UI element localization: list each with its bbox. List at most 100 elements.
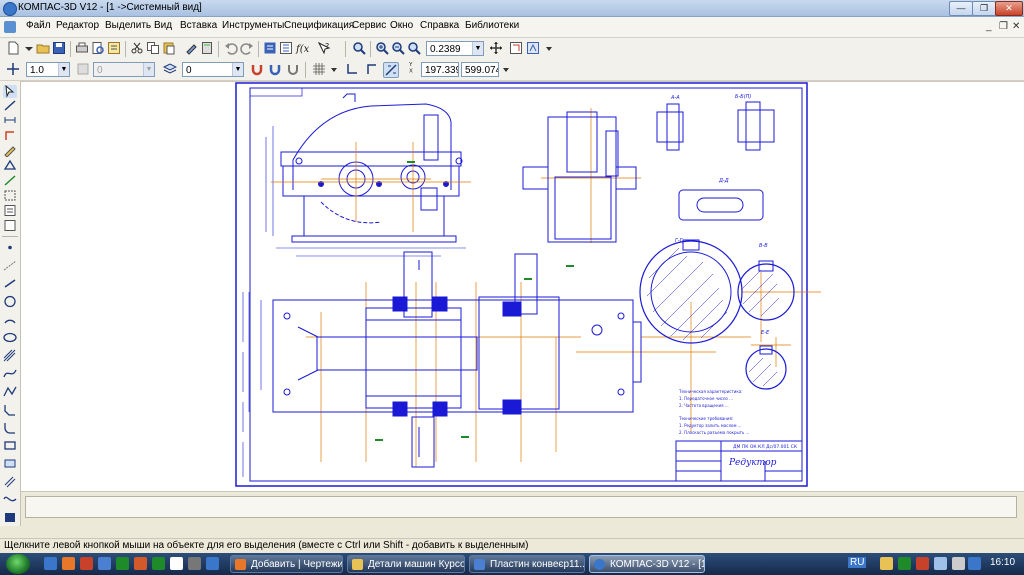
cut-icon[interactable] (130, 41, 144, 55)
menu-tools[interactable]: Инструменты (222, 20, 284, 31)
app-icon[interactable] (206, 557, 219, 570)
fillet-icon[interactable] (3, 421, 17, 434)
view-orientation-icon[interactable] (526, 41, 540, 55)
spline-icon[interactable] (3, 493, 17, 506)
dropdown-arrow-icon[interactable] (327, 62, 341, 76)
point-icon[interactable] (3, 241, 17, 254)
circle-icon[interactable] (3, 295, 17, 308)
close-button[interactable]: ✕ (995, 1, 1023, 16)
layer-state-icon[interactable] (76, 62, 90, 76)
dimensions-icon[interactable] (3, 114, 17, 127)
pan-icon[interactable] (489, 41, 503, 55)
cursor-step-field[interactable]: 1.0 ▼ (26, 62, 70, 77)
variables-icon[interactable] (279, 41, 293, 55)
acrobat-icon[interactable] (80, 557, 93, 570)
hatching-icon[interactable] (3, 349, 17, 362)
kompas-app-icon[interactable] (3, 2, 17, 16)
menu-view[interactable]: Вид (154, 20, 172, 31)
print-icon[interactable] (75, 41, 89, 55)
round-coordinates-icon[interactable] (383, 62, 399, 78)
network-icon[interactable] (934, 557, 947, 570)
task-document[interactable]: Пластин конвеєр11.... (469, 555, 585, 573)
clock[interactable]: 16:10 (990, 557, 1015, 568)
coord-x-field[interactable]: 197.339 (421, 62, 459, 77)
rectangle-icon[interactable] (3, 439, 17, 452)
equidistant-icon[interactable] (3, 475, 17, 488)
chamfer-icon[interactable] (3, 403, 17, 416)
menu-help[interactable]: Справка (420, 20, 459, 31)
tray-icon[interactable] (916, 557, 929, 570)
menu-window[interactable]: Окно (390, 20, 413, 31)
mdi-close-button[interactable]: ✕ (1012, 21, 1020, 32)
drawing-canvas[interactable]: Техническая характеристика: 1. Передаточ… (21, 81, 1024, 492)
grid-icon[interactable] (312, 62, 326, 76)
ortho-icon[interactable] (365, 62, 379, 76)
start-button[interactable] (6, 554, 30, 574)
measure-icon[interactable] (3, 174, 17, 187)
tray-icon[interactable] (898, 557, 911, 570)
function-icon[interactable]: f(x) (295, 41, 309, 55)
polyline-icon[interactable] (3, 385, 17, 398)
layer-field[interactable]: 0 ▼ (182, 62, 244, 77)
tray-icon[interactable] (968, 557, 981, 570)
menu-select[interactable]: Выделить (105, 20, 151, 31)
snap-magnet-icon[interactable] (250, 62, 264, 76)
select-tool-icon[interactable] (3, 85, 17, 98)
app-icon[interactable] (170, 557, 183, 570)
print-preview-icon[interactable] (91, 41, 105, 55)
snap-step-icon[interactable] (6, 62, 20, 76)
app-icon[interactable] (188, 557, 201, 570)
tray-icon[interactable] (880, 557, 893, 570)
dropdown-arrow-icon[interactable] (542, 41, 556, 55)
zoom-scale-field[interactable]: 0.2389 ▼ (426, 41, 484, 56)
parametrization-icon[interactable] (3, 159, 17, 172)
coord-y-field[interactable]: 599.074 (461, 62, 499, 77)
arc-icon[interactable] (3, 313, 17, 326)
zoom-in-icon[interactable] (375, 41, 389, 55)
paste-icon[interactable] (162, 41, 176, 55)
dropdown-arrow-icon[interactable] (22, 41, 36, 55)
refresh-view-icon[interactable] (509, 41, 523, 55)
minimize-button[interactable]: — (949, 1, 973, 16)
excel-icon[interactable] (116, 557, 129, 570)
designations-icon[interactable] (3, 129, 17, 142)
open-folder-icon[interactable] (36, 41, 50, 55)
menu-editor[interactable]: Редактор (56, 20, 99, 31)
zoom-out-icon[interactable] (391, 41, 405, 55)
task-firefox[interactable]: Добавить | Чертежи ... (230, 555, 343, 573)
menu-file[interactable]: Файл (26, 20, 51, 31)
document-icon[interactable] (4, 21, 16, 33)
dropdown-arrow-icon[interactable] (499, 62, 513, 76)
chevron-down-icon[interactable]: ▼ (143, 63, 154, 76)
local-snap-icon[interactable] (268, 62, 282, 76)
properties-icon[interactable] (107, 41, 121, 55)
geometry-icon[interactable] (3, 99, 17, 112)
mdi-minimize-button[interactable]: _ (986, 21, 992, 32)
reports-icon[interactable] (3, 219, 17, 232)
menu-specification[interactable]: Спецификация (284, 20, 354, 31)
snap-settings-icon[interactable] (286, 62, 300, 76)
editing-icon[interactable] (3, 144, 17, 157)
chevron-down-icon[interactable]: ▼ (472, 42, 483, 55)
task-folder[interactable]: Детали машин Курсові (347, 555, 465, 573)
help-pointer-icon[interactable]: ? (317, 41, 331, 55)
select-menu-icon[interactable] (3, 189, 17, 202)
collection-icon[interactable] (3, 511, 17, 524)
chevron-down-icon[interactable]: ▼ (58, 63, 69, 76)
copy-icon[interactable] (146, 41, 160, 55)
segment-icon[interactable] (3, 277, 17, 290)
property-panel[interactable] (25, 496, 1017, 518)
manager-icon[interactable] (263, 41, 277, 55)
menu-insert[interactable]: Вставка (180, 20, 217, 31)
ellipse-icon[interactable] (3, 331, 17, 344)
undo-icon[interactable] (224, 41, 238, 55)
save-icon[interactable] (52, 41, 66, 55)
redo-icon[interactable] (240, 41, 254, 55)
menu-libraries[interactable]: Библиотеки (465, 20, 519, 31)
local-cs-icon[interactable] (345, 62, 359, 76)
contour-icon[interactable] (3, 457, 17, 470)
explorer-icon[interactable] (44, 557, 57, 570)
volume-icon[interactable] (952, 557, 965, 570)
language-indicator[interactable]: RU (848, 557, 867, 568)
format-brush-icon[interactable] (184, 41, 198, 55)
